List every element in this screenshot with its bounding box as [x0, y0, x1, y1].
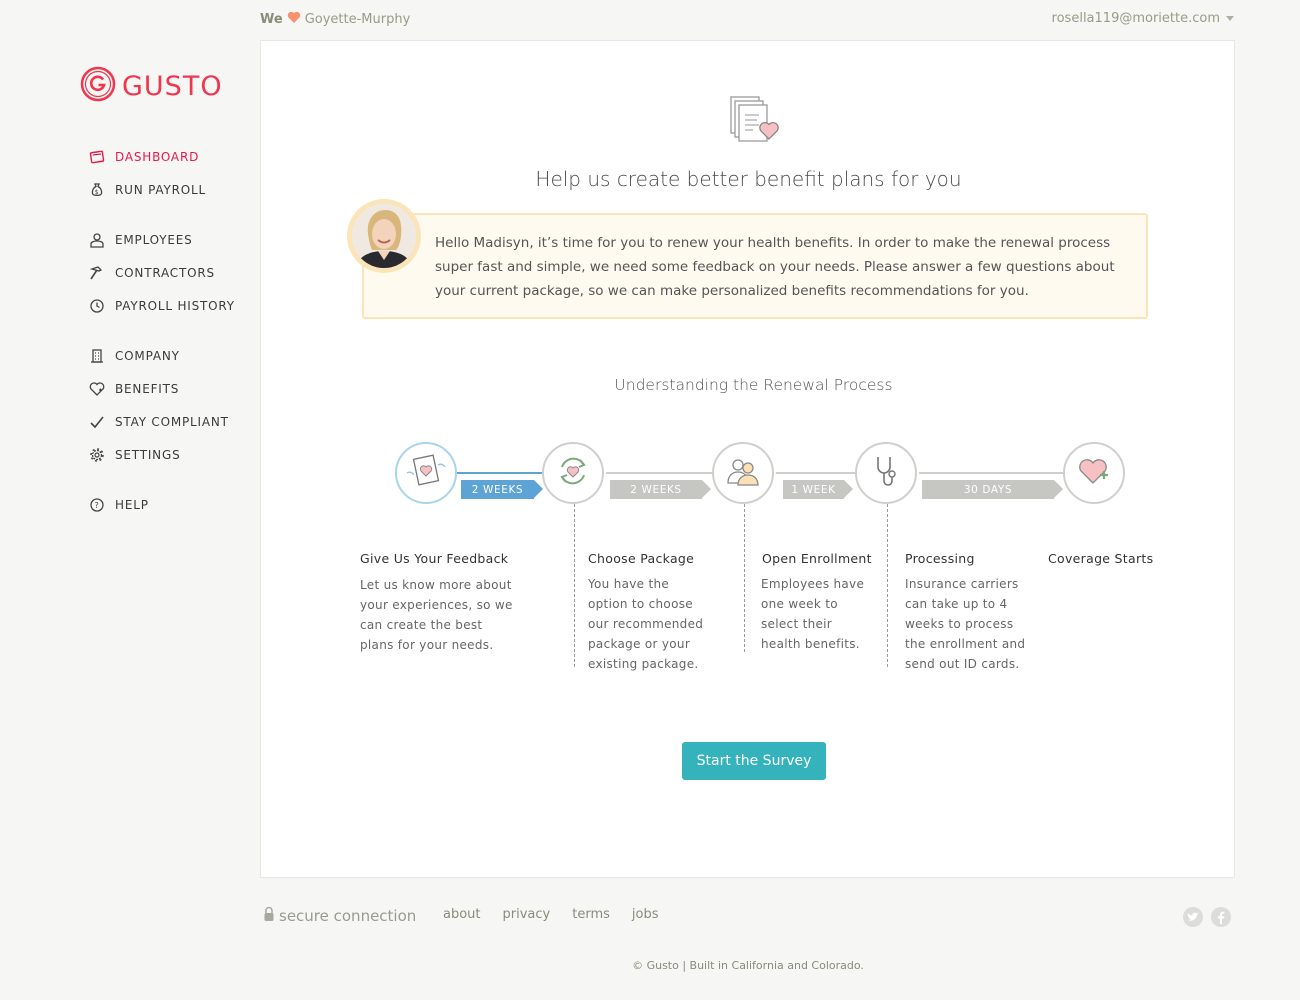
- svg-text:$: $: [95, 189, 100, 196]
- footer-links: about privacy terms jobs: [443, 907, 658, 922]
- heart-icon: [287, 11, 301, 28]
- sidebar-item-contractors[interactable]: CONTRACTORS: [88, 256, 248, 289]
- sidebar-item-label: CONTRACTORS: [115, 265, 215, 280]
- duration-pill: 30 DAYS: [922, 480, 1063, 499]
- company-indicator: We Goyette-Murphy: [260, 11, 410, 28]
- step-circle-processing: [855, 442, 917, 504]
- sidebar-item-settings[interactable]: SETTINGS: [88, 438, 248, 471]
- lock-icon: [263, 906, 275, 926]
- brand-name: GUSTO: [122, 70, 223, 102]
- duration-pill: 1 WEEK: [783, 480, 853, 499]
- step-desc: You have the option to choose our recomm…: [588, 577, 704, 671]
- step-title: Give Us Your Feedback: [360, 551, 509, 566]
- gusto-g-icon: [80, 66, 116, 106]
- step-circle-coverage: [1063, 442, 1125, 504]
- step-title: Coverage Starts: [1048, 551, 1154, 566]
- step-circle-package: [542, 442, 604, 504]
- dashboard-icon: [88, 148, 106, 166]
- twitter-icon[interactable]: [1183, 907, 1203, 927]
- heart-icon: [88, 380, 106, 398]
- sidebar-item-label: BENEFITS: [115, 381, 180, 396]
- hammer-icon: [88, 264, 106, 282]
- footer-link-about[interactable]: about: [443, 907, 481, 922]
- footer-link-terms[interactable]: terms: [572, 907, 610, 922]
- sidebar-item-company[interactable]: COMPANY: [88, 339, 248, 372]
- facebook-icon[interactable]: [1211, 907, 1231, 927]
- heart-plus-icon: [1074, 451, 1114, 495]
- sidebar-item-label: STAY COMPLIANT: [115, 414, 229, 429]
- footer-link-jobs[interactable]: jobs: [632, 907, 659, 922]
- sidebar-item-employees[interactable]: EMPLOYEES: [88, 223, 248, 256]
- chevron-down-icon: [1226, 16, 1234, 21]
- step-title: Open Enrollment: [762, 551, 872, 566]
- gear-icon: [88, 446, 106, 464]
- duration-pill: 2 WEEKS: [610, 480, 711, 499]
- sidebar-item-label: HELP: [115, 497, 149, 512]
- sidebar-item-help[interactable]: ? HELP: [88, 488, 248, 521]
- sidebar-item-label: COMPANY: [115, 348, 180, 363]
- sidebar-item-label: DASHBOARD: [115, 149, 200, 164]
- sidebar-item-payroll-history[interactable]: PAYROLL HISTORY: [88, 289, 248, 322]
- company-name: Goyette-Murphy: [304, 12, 411, 27]
- stethoscope-icon: [866, 451, 906, 495]
- sidebar-item-label: PAYROLL HISTORY: [115, 298, 235, 313]
- user-email: rosella119@moriette.com: [1051, 11, 1220, 26]
- person-icon: [88, 231, 106, 249]
- sidebar-item-label: RUN PAYROLL: [115, 182, 206, 197]
- step-desc: Let us know more about your experiences,…: [360, 578, 513, 652]
- user-menu[interactable]: rosella119@moriette.com: [1052, 11, 1234, 26]
- step-desc: Insurance carriers can take up to 4 week…: [905, 577, 1026, 671]
- sidebar-item-benefits[interactable]: BENEFITS: [88, 372, 248, 405]
- checkmark-icon: [88, 413, 106, 431]
- svg-text:?: ?: [94, 501, 99, 510]
- building-icon: [88, 347, 106, 365]
- step-circle-feedback: [395, 442, 457, 504]
- step-title: Choose Package: [588, 551, 695, 566]
- feedback-card-icon: [404, 451, 448, 495]
- sidebar-item-dashboard[interactable]: DASHBOARD: [88, 140, 248, 173]
- duration-pill: 2 WEEKS: [461, 480, 543, 499]
- people-icon: [723, 451, 763, 495]
- money-bag-icon: $: [88, 181, 106, 199]
- step-desc: Employees have one week to select their …: [761, 577, 865, 651]
- footer-link-privacy[interactable]: privacy: [503, 907, 551, 922]
- sidebar-item-label: SETTINGS: [115, 447, 181, 462]
- sidebar-item-run-payroll[interactable]: $ RUN PAYROLL: [88, 173, 248, 206]
- step-title: Processing: [905, 551, 975, 566]
- step-circle-enrollment: [712, 442, 774, 504]
- sidebar-item-stay-compliant[interactable]: STAY COMPLIANT: [88, 405, 248, 438]
- refresh-heart-icon: [553, 451, 593, 495]
- start-survey-button[interactable]: Start the Survey: [682, 742, 826, 780]
- sidebar-nav: DASHBOARD $ RUN PAYROLL EMPLOYEES CONTRA…: [88, 140, 248, 521]
- main-panel: Help us create better benefit plans for …: [260, 40, 1235, 878]
- sidebar-item-label: EMPLOYEES: [115, 232, 193, 247]
- copyright: © Gusto | Built in California and Colora…: [632, 959, 864, 972]
- question-icon: ?: [88, 496, 106, 514]
- secure-connection: secure connection: [263, 906, 416, 926]
- we-label: We: [260, 12, 283, 27]
- clock-icon: [88, 297, 106, 315]
- secure-connection-label: secure connection: [279, 907, 417, 925]
- gusto-logo[interactable]: GUSTO: [80, 66, 223, 106]
